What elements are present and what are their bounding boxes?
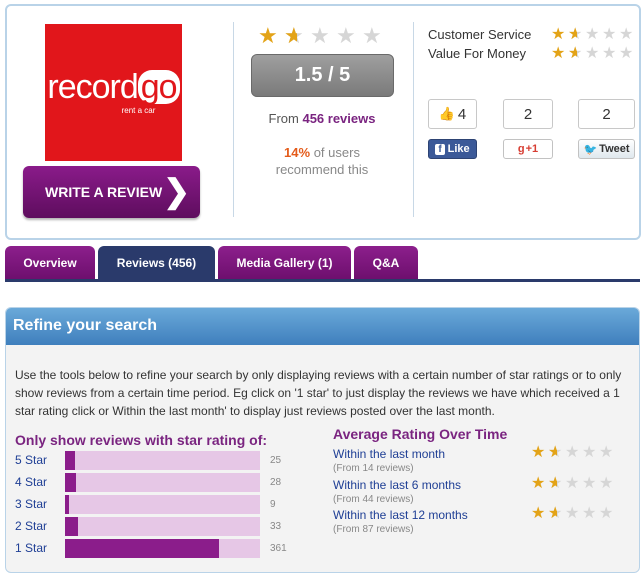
rating-count: 9 — [270, 499, 276, 510]
star-icon: ★ — [565, 505, 580, 522]
google-plus-button[interactable]: g +1 — [503, 139, 553, 159]
rating-bar-fill — [65, 473, 76, 492]
star-icon: ★ — [582, 444, 597, 461]
star-icon: ★ — [582, 475, 597, 492]
logo-wordmark: recordgo — [47, 70, 180, 104]
category-label: Customer Service — [428, 27, 532, 42]
tab-qa[interactable]: Q&A — [354, 246, 418, 279]
rating-count: 33 — [270, 521, 282, 532]
tab-overview[interactable]: Overview — [5, 246, 95, 279]
time-filter-12-months[interactable]: Within the last 12 months — [333, 508, 468, 522]
star-icon: ★ — [599, 444, 614, 461]
star-icon: ★ — [336, 23, 356, 48]
star-icon: ★ — [531, 444, 546, 461]
star-icon: ★ — [531, 505, 546, 522]
star-icon: ★ — [599, 505, 614, 522]
time-star-rating: ★ ★ ★ ★ ★ — [531, 505, 616, 523]
overall-star-rating: ★ ★ ★ ★ ★ — [258, 23, 388, 48]
time-star-rating: ★ ★ ★ ★ ★ — [531, 475, 616, 493]
tweet-button[interactable]: 🐦 Tweet — [578, 139, 635, 159]
facebook-like-button[interactable]: f Like — [428, 139, 477, 159]
chevron-right-icon: ❯ — [163, 173, 190, 209]
recommend-text: 14% of users recommend this — [275, 145, 369, 177]
refine-search-title: Refine your search — [6, 308, 639, 345]
category-star-rating: ★ ★ ★ ★ ★ — [551, 26, 636, 44]
rating-bar-track[interactable] — [65, 517, 260, 536]
star-icon: ★ — [602, 26, 617, 43]
divider — [233, 22, 234, 217]
star-icon: ★ — [284, 25, 310, 48]
time-filter-count: (From 87 reviews) — [333, 524, 414, 535]
star-icon: ★ — [582, 505, 597, 522]
category-label: Value For Money — [428, 46, 527, 61]
time-filter-count: (From 44 reviews) — [333, 494, 414, 505]
rating-bar-fill — [65, 517, 78, 536]
star-icon: ★ — [585, 45, 600, 62]
star-icon: ★ — [548, 506, 565, 523]
recordgo-logo[interactable]: recordgo rent a car — [45, 24, 182, 161]
star-icon: ★ — [310, 23, 330, 48]
tab-reviews[interactable]: Reviews (456) — [98, 246, 215, 279]
tab-underline — [5, 279, 640, 282]
star-filter-5[interactable]: 5 Star — [15, 453, 47, 467]
score-box: 1.5 / 5 — [251, 54, 394, 97]
star-icon: ★ — [531, 475, 546, 492]
write-review-button[interactable]: WRITE A REVIEW ❯ — [23, 166, 200, 218]
star-filter-heading: Only show reviews with star rating of: — [15, 432, 268, 448]
time-filter-count: (From 14 reviews) — [333, 463, 414, 474]
star-filter-3[interactable]: 3 Star — [15, 497, 47, 511]
category-star-rating: ★ ★ ★ ★ ★ — [551, 45, 636, 63]
star-icon: ★ — [568, 27, 585, 44]
star-icon: ★ — [599, 475, 614, 492]
star-icon: ★ — [258, 23, 278, 48]
reviews-link[interactable]: 456 reviews — [302, 111, 375, 126]
review-count-text: From 456 reviews — [268, 111, 376, 126]
star-icon: ★ — [551, 45, 566, 62]
time-filter-6-months[interactable]: Within the last 6 months — [333, 478, 461, 492]
logo-tagline: rent a car — [121, 106, 156, 115]
star-icon: ★ — [568, 46, 585, 63]
time-star-rating: ★ ★ ★ ★ ★ — [531, 444, 616, 462]
star-icon: ★ — [362, 23, 382, 48]
star-icon: ★ — [619, 45, 634, 62]
facebook-like-count: 👍 4 — [428, 99, 477, 129]
tab-media-gallery[interactable]: Media Gallery (1) — [218, 246, 351, 279]
rating-bar-fill — [65, 539, 220, 558]
star-icon: ★ — [548, 476, 565, 493]
time-filter-heading: Average Rating Over Time — [333, 426, 508, 442]
rating-count: 361 — [270, 543, 287, 554]
time-filter-month[interactable]: Within the last month — [333, 447, 445, 461]
star-icon: ★ — [565, 444, 580, 461]
star-icon: ★ — [548, 445, 565, 462]
rating-bar-track[interactable] — [65, 451, 260, 470]
star-icon: ★ — [585, 26, 600, 43]
star-icon: ★ — [619, 26, 634, 43]
google-plus-count: 2 — [503, 99, 553, 129]
rating-count: 25 — [270, 455, 282, 466]
rating-bar-fill — [65, 451, 75, 470]
rating-bar-track[interactable] — [65, 539, 260, 558]
thumbs-up-icon: 👍 — [438, 106, 455, 121]
star-filter-4[interactable]: 4 Star — [15, 475, 47, 489]
refine-description: Use the tools below to refine your searc… — [15, 368, 622, 418]
rating-count: 28 — [270, 477, 282, 488]
rating-bar-track[interactable] — [65, 495, 260, 514]
star-icon: ★ — [602, 45, 617, 62]
rating-bar-fill — [65, 495, 69, 514]
divider — [413, 22, 414, 217]
google-plus-icon: g — [517, 143, 525, 155]
twitter-count: 2 — [578, 99, 635, 129]
star-filter-1[interactable]: 1 Star — [15, 541, 47, 555]
star-icon: ★ — [565, 475, 580, 492]
facebook-icon: f — [435, 143, 445, 155]
star-filter-2[interactable]: 2 Star — [15, 519, 47, 533]
rating-bar-track[interactable] — [65, 473, 260, 492]
star-icon: ★ — [551, 26, 566, 43]
twitter-bird-icon: 🐦 — [583, 143, 598, 156]
